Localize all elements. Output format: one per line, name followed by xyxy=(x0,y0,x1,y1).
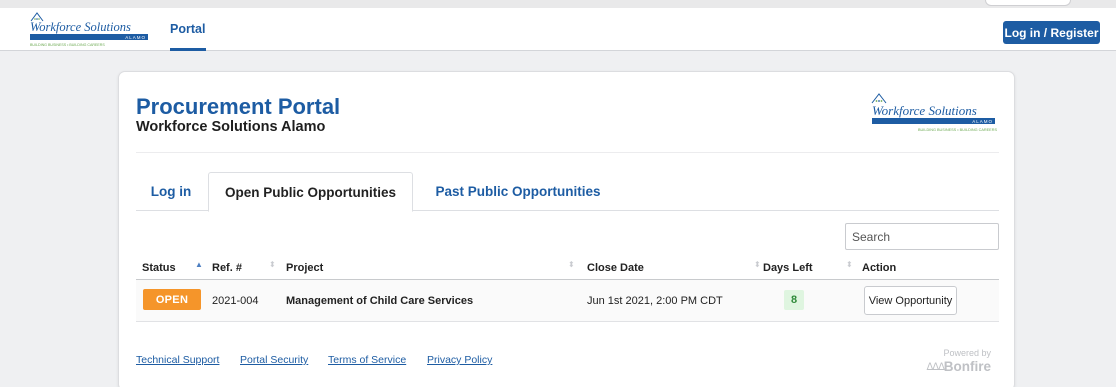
tabs: Log in Open Public Opportunities Past Pu… xyxy=(136,172,999,212)
column-close-date[interactable]: Close Date xyxy=(587,256,644,279)
view-opportunity-button[interactable]: View Opportunity xyxy=(864,286,957,315)
top-strip xyxy=(0,0,1116,8)
sort-icon[interactable]: ⬍ xyxy=(568,261,575,269)
top-pill xyxy=(985,0,1071,6)
tab-log-in[interactable]: Log in xyxy=(136,172,206,211)
bonfire-flames-icon: ᐃᐃᐃ xyxy=(926,362,945,373)
sort-asc-icon[interactable]: ▲ xyxy=(195,261,203,269)
card-logo-tagline: BUILDING BUSINESS • BUILDING CAREERS xyxy=(918,128,997,132)
header-divider xyxy=(136,152,999,153)
page-subtitle: Workforce Solutions Alamo xyxy=(136,119,326,135)
status-badge: OPEN xyxy=(143,289,201,310)
column-status[interactable]: Status xyxy=(142,256,176,279)
sort-icon[interactable]: ⬍ xyxy=(846,261,853,269)
close-date-cell: Jun 1st 2021, 2:00 PM CDT xyxy=(587,295,723,307)
procurement-card: Procurement Portal Workforce Solutions A… xyxy=(118,71,1015,387)
ref-cell: 2021-004 xyxy=(212,295,259,307)
footer-link-portal-security[interactable]: Portal Security xyxy=(240,354,308,366)
column-action: Action xyxy=(862,261,897,274)
footer-link-privacy-policy[interactable]: Privacy Policy xyxy=(427,354,492,366)
workforce-solutions-logo[interactable]: Workforce Solutions ALAMO BUILDING BUSIN… xyxy=(28,9,153,51)
tab-open-public-opportunities[interactable]: Open Public Opportunities xyxy=(208,172,413,212)
tab-past-public-opportunities[interactable]: Past Public Opportunities xyxy=(418,172,618,211)
logo-name: Workforce Solutions xyxy=(30,20,131,34)
footer-link-terms-of-service[interactable]: Terms of Service xyxy=(328,354,406,366)
footer-link-technical-support[interactable]: Technical Support xyxy=(136,354,219,366)
search-input[interactable]: Search xyxy=(845,223,999,250)
days-left-badge: 8 xyxy=(784,290,804,310)
bonfire-brand: Bonfire xyxy=(943,359,991,374)
bonfire-logo[interactable]: ᐃᐃᐃ Bonfire xyxy=(919,359,991,375)
column-days-left[interactable]: Days Left xyxy=(763,256,813,279)
logo-sub: ALAMO xyxy=(125,35,146,40)
page-title: Procurement Portal xyxy=(136,94,341,119)
card-logo-name: Workforce Solutions xyxy=(872,103,977,118)
sort-icon[interactable]: ⬍ xyxy=(754,261,761,269)
top-navbar: Workforce Solutions ALAMO BUILDING BUSIN… xyxy=(0,8,1116,51)
logo-tagline: BUILDING BUSINESS • BUILDING CAREERS xyxy=(30,43,105,47)
card-logo: Workforce Solutions ALAMO BUILDING BUSIN… xyxy=(871,93,997,132)
table-header: Status ▲ Ref. # ⬍ Project ⬍ Close Date ⬍… xyxy=(136,256,999,279)
sort-icon[interactable]: ⬍ xyxy=(269,261,276,269)
column-ref[interactable]: Ref. # xyxy=(212,256,242,279)
logo-house-icon xyxy=(871,93,887,104)
card-logo-sub: ALAMO xyxy=(972,119,993,124)
column-project[interactable]: Project xyxy=(286,256,323,279)
nav-portal-link[interactable]: Portal xyxy=(170,22,205,36)
powered-by-label: Powered by xyxy=(943,348,991,358)
login-register-button[interactable]: Log in / Register xyxy=(1003,21,1100,44)
project-cell: Management of Child Care Services xyxy=(286,295,474,307)
nav-active-indicator xyxy=(170,48,206,51)
table-row: OPEN 2021-004 Management of Child Care S… xyxy=(136,280,999,322)
